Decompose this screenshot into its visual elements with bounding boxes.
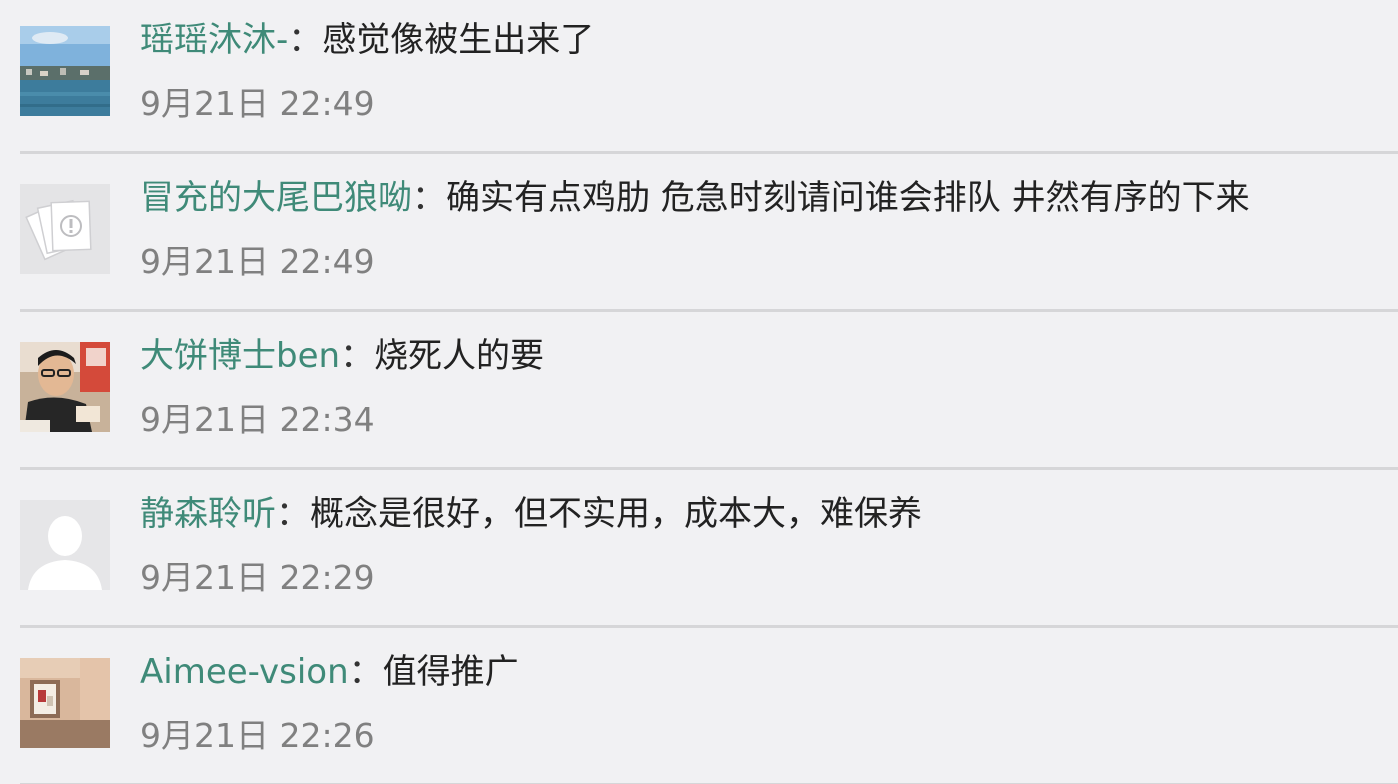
separator: ： bbox=[348, 652, 383, 692]
comment-item: 瑶瑶沐沐-：感觉像被生出来了 9月21日 22:49 bbox=[0, 0, 1398, 154]
comment-item: 大饼博士ben：烧死人的要 9月21日 22:34 bbox=[0, 312, 1398, 470]
username-link[interactable]: 静森聆听 bbox=[140, 494, 276, 534]
separator: ： bbox=[412, 178, 446, 218]
cards-placeholder-avatar[interactable] bbox=[20, 184, 110, 274]
comment-text: 确实有点鸡肋 危急时刻请问谁会排队 井然有序的下来 bbox=[446, 178, 1250, 218]
default-user-avatar[interactable] bbox=[20, 500, 110, 590]
comment-list: 瑶瑶沐沐-：感觉像被生出来了 9月21日 22:49 冒充的大尾巴狼呦：确实有点… bbox=[0, 0, 1398, 784]
comment-timestamp: 9月21日 22:49 bbox=[140, 242, 375, 281]
separator: ： bbox=[288, 20, 323, 60]
comment-item: 冒充的大尾巴狼呦：确实有点鸡肋 危急时刻请问谁会排队 井然有序的下来 9月21日… bbox=[0, 154, 1398, 312]
comment-timestamp: 9月21日 22:26 bbox=[140, 716, 375, 755]
separator: ： bbox=[340, 336, 375, 376]
comment-line: 冒充的大尾巴狼呦：确实有点鸡肋 危急时刻请问谁会排队 井然有序的下来 bbox=[140, 176, 1250, 220]
comment-line: 瑶瑶沐沐-：感觉像被生出来了 bbox=[140, 18, 594, 62]
comment-text: 概念是很好，但不实用，成本大，难保养 bbox=[310, 494, 922, 534]
comment-line: 大饼博士ben：烧死人的要 bbox=[140, 334, 544, 378]
username-link[interactable]: Aimee-vsion bbox=[140, 652, 349, 692]
person-photo-avatar[interactable] bbox=[20, 342, 110, 432]
comment-text: 值得推广 bbox=[382, 652, 519, 692]
comment-line: Aimee-vsion：值得推广 bbox=[140, 650, 519, 694]
comment-item: 静森聆听：概念是很好，但不实用，成本大，难保养 9月21日 22:29 bbox=[0, 470, 1398, 628]
landscape-photo-avatar[interactable] bbox=[20, 26, 110, 116]
comment-text: 烧死人的要 bbox=[374, 336, 545, 376]
comment-timestamp: 9月21日 22:49 bbox=[140, 84, 375, 123]
comment-item: Aimee-vsion：值得推广 9月21日 22:26 bbox=[0, 628, 1398, 784]
comment-line: 静森聆听：概念是很好，但不实用，成本大，难保养 bbox=[140, 492, 922, 536]
comment-text: 感觉像被生出来了 bbox=[322, 20, 595, 60]
username-link[interactable]: 冒充的大尾巴狼呦 bbox=[140, 178, 412, 218]
comment-timestamp: 9月21日 22:34 bbox=[140, 400, 375, 439]
username-link[interactable]: 瑶瑶沐沐- bbox=[140, 20, 288, 60]
separator: ： bbox=[276, 494, 310, 534]
room-photo-avatar[interactable] bbox=[20, 658, 110, 748]
username-link[interactable]: 大饼博士ben bbox=[140, 336, 340, 376]
comment-timestamp: 9月21日 22:29 bbox=[140, 558, 375, 597]
